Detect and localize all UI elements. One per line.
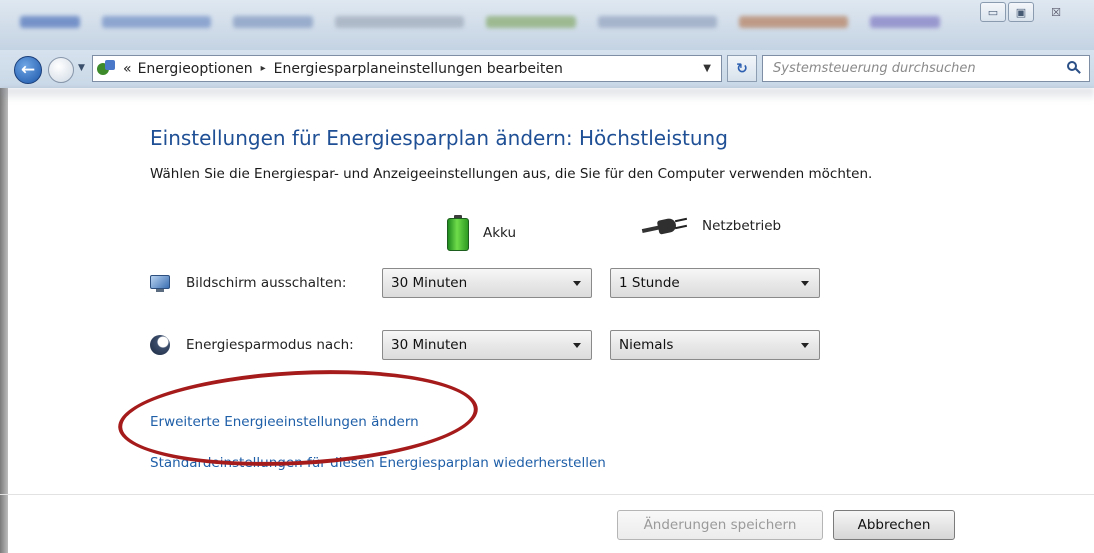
chevron-down-icon xyxy=(801,343,809,348)
select-value: Niemals xyxy=(619,337,674,353)
search-icon[interactable] xyxy=(1067,61,1081,75)
history-dropdown[interactable]: ▼ xyxy=(78,63,85,73)
page-subtitle: Wählen Sie die Energiespar- und Anzeigee… xyxy=(150,166,873,182)
select-value: 30 Minuten xyxy=(391,275,468,291)
breadcrumb-energieoptionen[interactable]: Energieoptionen xyxy=(138,61,253,77)
back-arrow-icon: ← xyxy=(20,60,36,80)
save-changes-button[interactable]: Änderungen speichern xyxy=(617,510,823,540)
column-header-battery: Akku xyxy=(447,215,516,251)
cancel-button[interactable]: Abbrechen xyxy=(833,510,955,540)
minimize-icon: ▭ xyxy=(987,5,999,19)
power-plug-icon xyxy=(641,215,688,237)
setting-label-display-off: Bildschirm ausschalten: xyxy=(186,275,347,291)
footer-divider xyxy=(0,494,1094,495)
moon-icon xyxy=(150,335,170,355)
chevron-down-icon xyxy=(573,343,581,348)
sleep-battery-select[interactable]: 30 Minuten xyxy=(382,330,592,360)
control-panel-icon xyxy=(97,59,117,78)
column-label-plugged: Netzbetrieb xyxy=(702,218,782,234)
close-icon: ☒ xyxy=(1051,5,1061,19)
forward-button[interactable] xyxy=(48,57,74,83)
navigation-bar: ← ▼ « Energieoptionen ▸ Energiesparplane… xyxy=(0,50,1094,88)
sleep-plugged-select[interactable]: Niemals xyxy=(610,330,820,360)
column-header-plugged: Netzbetrieb xyxy=(641,215,782,237)
chevron-down-icon: ▼ xyxy=(78,63,85,73)
address-bar[interactable]: « Energieoptionen ▸ Energiesparplaneinst… xyxy=(92,55,722,82)
maximize-button[interactable]: ▣ xyxy=(1008,2,1034,22)
minimize-button[interactable]: ▭ xyxy=(980,2,1006,22)
title-bar: ▭ ▣ ☒ xyxy=(0,0,1094,50)
window: ▭ ▣ ☒ ← ▼ « Energieoptionen ▸ Energiespa… xyxy=(0,0,1094,553)
back-button[interactable]: ← xyxy=(14,56,42,84)
setting-row-sleep: Energiesparmodus nach: 30 Minuten Niemal… xyxy=(150,330,820,360)
address-dropdown-icon[interactable]: ▼ xyxy=(703,63,711,74)
select-value: 30 Minuten xyxy=(391,337,468,353)
column-label-battery: Akku xyxy=(483,225,517,241)
monitor-icon xyxy=(150,273,170,293)
battery-icon xyxy=(447,215,469,251)
blurred-taskbar xyxy=(20,16,940,32)
refresh-button[interactable]: ↻ xyxy=(727,55,757,82)
display-off-battery-select[interactable]: 30 Minuten xyxy=(382,268,592,298)
window-controls: ▭ ▣ ☒ xyxy=(980,2,1076,22)
select-value: 1 Stunde xyxy=(619,275,680,291)
display-off-plugged-select[interactable]: 1 Stunde xyxy=(610,268,820,298)
setting-row-display-off: Bildschirm ausschalten: 30 Minuten 1 Stu… xyxy=(150,268,820,298)
maximize-icon: ▣ xyxy=(1015,5,1027,19)
address-overflow[interactable]: « xyxy=(123,61,132,77)
chevron-down-icon xyxy=(573,281,581,286)
main-content: Einstellungen für Energiesparplan ändern… xyxy=(0,100,1094,475)
setting-label-sleep: Energiesparmodus nach: xyxy=(186,337,354,353)
page-title: Einstellungen für Energiesparplan ändern… xyxy=(150,126,728,150)
breadcrumb-separator-icon[interactable]: ▸ xyxy=(261,63,266,74)
restore-defaults-link[interactable]: Standardeinstellungen für diesen Energie… xyxy=(150,455,606,471)
close-button[interactable]: ☒ xyxy=(1036,2,1076,22)
search-input[interactable] xyxy=(773,61,1053,76)
breadcrumb-plan-settings[interactable]: Energiesparplaneinstellungen bearbeiten xyxy=(274,61,563,77)
refresh-icon: ↻ xyxy=(736,60,748,77)
search-box[interactable] xyxy=(762,55,1090,82)
chevron-down-icon xyxy=(801,281,809,286)
advanced-settings-link[interactable]: Erweiterte Energieeinstellungen ändern xyxy=(150,414,419,430)
